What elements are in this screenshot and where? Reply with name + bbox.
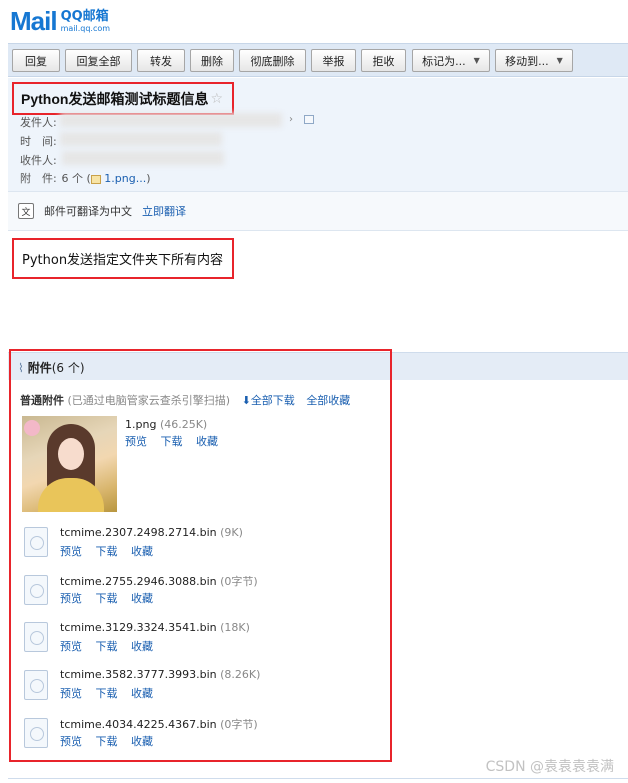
logo-sub-title: QQ邮箱 — [60, 8, 109, 24]
file-actions-3: 预览 下载 收藏 — [60, 590, 163, 606]
forward-button[interactable]: 转发 — [137, 49, 185, 72]
time-blurred — [60, 132, 222, 146]
download-link[interactable]: 下载 — [96, 640, 118, 653]
mail-toolbar: 回复 回复全部 转发 删除 彻底删除 举报 拒收 标记为... ▼ 移动到...… — [8, 43, 628, 77]
file-icon — [24, 527, 48, 557]
attach-label: 附 件: — [20, 172, 57, 185]
chevron-down-icon: ▼ — [556, 56, 563, 65]
time-label: 时 间: — [20, 135, 57, 148]
image-icon — [90, 174, 101, 184]
file-name-4: tcmime.3129.3324.3541.bin (18K) — [60, 621, 250, 634]
preview-link[interactable]: 预览 — [60, 687, 82, 700]
to-label: 收件人: — [20, 154, 57, 167]
normal-attachments-label: 普通附件 — [20, 394, 64, 407]
image-thumbnail[interactable] — [22, 416, 117, 512]
star-icon[interactable]: ☆ — [210, 91, 223, 107]
download-link[interactable]: 下载 — [96, 592, 118, 605]
collect-link[interactable]: 收藏 — [131, 545, 153, 558]
mail-body-text: Python发送指定文件夹下所有内容 — [22, 253, 224, 268]
contact-card-icon[interactable] — [304, 115, 314, 124]
move-to-label: 移动到... — [505, 54, 549, 68]
sender-blurred — [60, 113, 282, 127]
logo-wordmark: Mail — [10, 5, 58, 36]
download-link[interactable]: 下载 — [96, 545, 118, 558]
preview-link[interactable]: 预览 — [60, 592, 82, 605]
qq-mail-logo[interactable]: Mail QQ邮箱 mail.qq.com — [10, 6, 110, 36]
preview-link[interactable]: 预览 — [60, 640, 82, 653]
attach-preview-link[interactable]: 1.png... — [104, 172, 146, 185]
recipient-blurred — [62, 151, 224, 165]
download-link[interactable]: 下载 — [161, 435, 183, 448]
file-icon — [24, 622, 48, 652]
attachments-subheader: 普通附件 (已通过电脑管家云查杀引擎扫描) ⬇全部下载 全部收藏 — [20, 392, 350, 408]
scan-note: (已通过电脑管家云查杀引擎扫描) — [67, 394, 231, 407]
preview-link[interactable]: 预览 — [60, 735, 82, 748]
reject-button[interactable]: 拒收 — [361, 49, 406, 72]
footer-divider — [8, 778, 628, 779]
move-to-dropdown[interactable]: 移动到... ▼ — [495, 49, 573, 72]
file-actions-5: 预览 下载 收藏 — [60, 685, 163, 701]
download-link[interactable]: 下载 — [96, 735, 118, 748]
download-link[interactable]: 下载 — [96, 687, 118, 700]
delete-forever-button[interactable]: 彻底删除 — [239, 49, 306, 72]
file-actions-4: 预览 下载 收藏 — [60, 638, 163, 654]
download-all-link[interactable]: ⬇全部下载 — [242, 394, 295, 407]
mail-body: Python发送指定文件夹下所有内容 — [12, 238, 234, 279]
file-actions-1: 预览 下载 收藏 — [125, 433, 228, 449]
logo-url: mail.qq.com — [60, 23, 111, 33]
recipient-row: 收件人: — [20, 152, 58, 168]
reply-all-button[interactable]: 回复全部 — [65, 49, 132, 72]
time-row: 时 间: — [20, 133, 58, 149]
reply-button[interactable]: 回复 — [12, 49, 60, 72]
file-name-1: 1.png (46.25K) — [125, 418, 208, 431]
mark-as-dropdown[interactable]: 标记为... ▼ — [412, 49, 490, 72]
collect-link[interactable]: 收藏 — [196, 435, 218, 448]
attach-row: 附 件: 6 个 ( 1.png...) — [20, 172, 151, 185]
collect-link[interactable]: 收藏 — [131, 592, 153, 605]
subject-highlight: Python发送邮箱测试标题信息 ☆ — [12, 82, 234, 115]
preview-link[interactable]: 预览 — [60, 545, 82, 558]
file-actions-6: 预览 下载 收藏 — [60, 733, 163, 749]
translate-now-link[interactable]: 立即翻译 — [142, 203, 186, 219]
file-icon — [24, 718, 48, 748]
delete-button[interactable]: 删除 — [190, 49, 234, 72]
sender-row: 发件人: — [20, 114, 58, 130]
collect-link[interactable]: 收藏 — [131, 735, 153, 748]
file-name-3: tcmime.2755.2946.3088.bin (0字节) — [60, 575, 258, 588]
mail-subject: Python发送邮箱测试标题信息 — [21, 90, 209, 107]
attach-count: 6 个 — [61, 172, 84, 185]
chevron-down-icon: ▼ — [473, 56, 480, 65]
collect-link[interactable]: 收藏 — [131, 640, 153, 653]
translate-icon: 文 — [18, 203, 34, 219]
chevron-right-icon: › — [289, 114, 293, 125]
file-actions-2: 预览 下载 收藏 — [60, 543, 163, 559]
file-name-6: tcmime.4034.4225.4367.bin (0字节) — [60, 718, 258, 731]
collect-link[interactable]: 收藏 — [131, 687, 153, 700]
preview-link[interactable]: 预览 — [125, 435, 147, 448]
translate-bar: 文 邮件可翻译为中文 立即翻译 — [8, 191, 628, 231]
download-icon: ⬇ — [241, 394, 251, 407]
report-button[interactable]: 举报 — [311, 49, 356, 72]
collect-all-link[interactable]: 全部收藏 — [306, 394, 350, 407]
file-icon — [24, 670, 48, 700]
from-label: 发件人: — [20, 116, 57, 129]
file-name-2: tcmime.2307.2498.2714.bin (9K) — [60, 526, 243, 539]
translate-text: 邮件可翻译为中文 — [44, 205, 132, 218]
watermark: CSDN @袁袁袁袁满 — [485, 759, 614, 775]
file-name-5: tcmime.3582.3777.3993.bin (8.26K) — [60, 668, 261, 681]
mark-as-label: 标记为... — [422, 54, 466, 68]
file-icon — [24, 575, 48, 605]
